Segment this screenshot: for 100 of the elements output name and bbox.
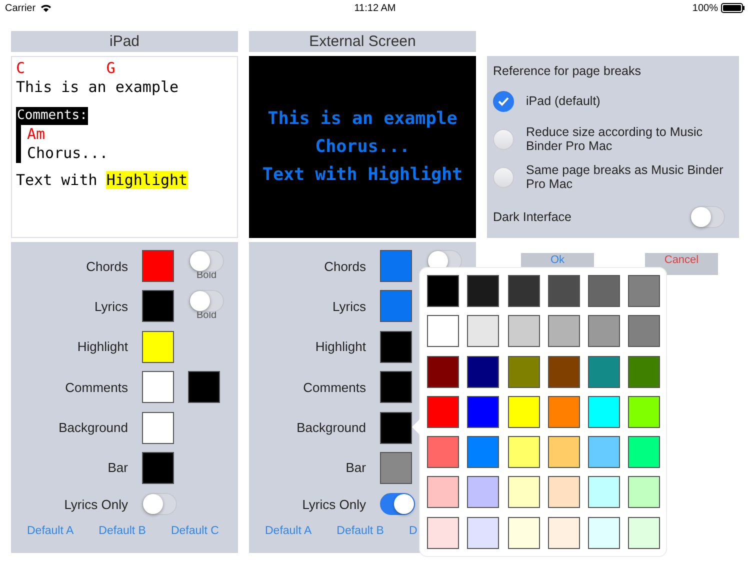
lyrics-line: Chorus... <box>315 136 410 159</box>
option-label: Reduce size according to Music Binder Pro Mac <box>526 125 704 153</box>
battery-icon <box>721 3 745 13</box>
palette-color[interactable] <box>467 436 500 468</box>
battery-percent: 100% <box>692 2 718 14</box>
palette-color[interactable] <box>628 436 660 468</box>
palette-color[interactable] <box>588 396 620 428</box>
palette-color[interactable] <box>508 476 540 508</box>
palette-color[interactable] <box>548 516 580 549</box>
setting-label: Highlight <box>76 339 128 354</box>
palette-color[interactable] <box>467 396 500 428</box>
radio-button[interactable] <box>493 90 514 112</box>
palette-color[interactable] <box>588 436 620 468</box>
option-label: iPad (default) <box>526 94 600 108</box>
palette-color[interactable] <box>427 436 459 468</box>
palette-color[interactable] <box>588 356 620 388</box>
palette-color[interactable] <box>427 396 459 428</box>
palette-color[interactable] <box>427 315 459 348</box>
setting-label: Lyrics <box>94 298 128 314</box>
palette-color[interactable] <box>508 436 540 468</box>
palette-color[interactable] <box>588 476 620 508</box>
palette-color[interactable] <box>508 356 540 388</box>
default-link[interactable]: Default C <box>170 525 219 538</box>
setting-label: Chords <box>85 258 128 274</box>
setting-label: Lyrics Only <box>63 496 128 512</box>
color-swatch[interactable] <box>142 290 174 322</box>
chord-line: C G <box>16 59 116 78</box>
palette-color[interactable] <box>548 396 580 428</box>
palette-color[interactable] <box>628 315 660 348</box>
setting-label: Background <box>58 420 128 436</box>
setting-label: Bar <box>106 460 128 476</box>
color-swatch[interactable] <box>380 330 412 363</box>
palette-color[interactable] <box>467 315 500 348</box>
setting-label: Bar <box>344 460 366 476</box>
palette-color[interactable] <box>508 516 540 549</box>
palette-color[interactable] <box>548 275 580 307</box>
palette-color[interactable] <box>427 516 459 549</box>
setting-label: Chords <box>323 258 366 274</box>
setting-label: Lyrics Only <box>301 496 366 512</box>
setting-label: Dark Interface <box>493 210 572 224</box>
palette-color[interactable] <box>628 356 660 388</box>
color-swatch[interactable] <box>380 290 412 322</box>
palette-color[interactable] <box>427 275 459 307</box>
color-swatch[interactable] <box>188 371 220 404</box>
default-link[interactable]: Default A <box>265 525 312 538</box>
toggle-switch[interactable] <box>189 250 224 272</box>
default-link[interactable]: Default B <box>98 525 146 538</box>
palette-color[interactable] <box>628 476 660 508</box>
setting-label: Comments <box>64 380 128 395</box>
palette-color[interactable] <box>548 436 580 468</box>
toggle-switch[interactable] <box>142 493 177 516</box>
color-swatch[interactable] <box>380 412 412 444</box>
toggle-switch[interactable] <box>380 493 415 516</box>
wifi-icon <box>40 4 51 12</box>
palette-color[interactable] <box>588 315 620 348</box>
color-swatch[interactable] <box>380 452 412 484</box>
setting-label: Lyrics <box>332 298 366 314</box>
palette-color[interactable] <box>548 315 580 348</box>
palette-color[interactable] <box>467 275 500 307</box>
palette-color[interactable] <box>588 516 620 549</box>
lyrics-line: Chorus... <box>27 144 108 163</box>
palette-color[interactable] <box>628 516 660 549</box>
palette-color[interactable] <box>508 396 540 428</box>
palette-color[interactable] <box>467 356 500 388</box>
palette-color[interactable] <box>628 275 660 307</box>
color-swatch[interactable] <box>380 250 412 282</box>
palette-color[interactable] <box>628 396 660 428</box>
option-label: Same page breaks as Music Binder Pro Mac <box>526 163 724 191</box>
section-title: Reference for page breaks <box>493 64 642 78</box>
color-swatch[interactable] <box>142 330 174 363</box>
panel-title: iPad <box>11 31 238 52</box>
color-swatch[interactable] <box>380 371 412 404</box>
palette-color[interactable] <box>427 476 459 508</box>
lyrics-line: Text with Highlight <box>16 171 188 189</box>
clock-time: 11:12 AM <box>354 2 396 14</box>
toggle-switch[interactable] <box>189 290 224 312</box>
radio-button[interactable] <box>493 166 514 188</box>
default-link[interactable]: Default A <box>27 525 74 538</box>
color-swatch[interactable] <box>142 250 174 282</box>
palette-color[interactable] <box>548 476 580 508</box>
palette-color[interactable] <box>467 476 500 508</box>
chord-line: Am <box>27 125 46 144</box>
color-swatch[interactable] <box>142 412 174 444</box>
palette-color[interactable] <box>508 315 540 348</box>
palette-color[interactable] <box>467 516 500 549</box>
color-swatch[interactable] <box>142 452 174 484</box>
radio-button[interactable] <box>493 128 514 150</box>
palette-color[interactable] <box>508 275 540 307</box>
comment-label: Comments: <box>16 107 88 125</box>
palette-color[interactable] <box>548 356 580 388</box>
default-link[interactable]: Default B <box>336 525 384 538</box>
cancel-button[interactable]: Cancel <box>645 253 718 275</box>
color-swatch[interactable] <box>142 371 174 404</box>
toggle-switch[interactable] <box>690 206 725 228</box>
palette-color[interactable] <box>427 356 459 388</box>
default-link[interactable]: D <box>408 525 418 538</box>
panel-title: External Screen <box>249 31 476 52</box>
carrier-label: Carrier <box>5 2 36 14</box>
setting-label: Comments <box>302 380 366 395</box>
palette-color[interactable] <box>588 275 620 307</box>
